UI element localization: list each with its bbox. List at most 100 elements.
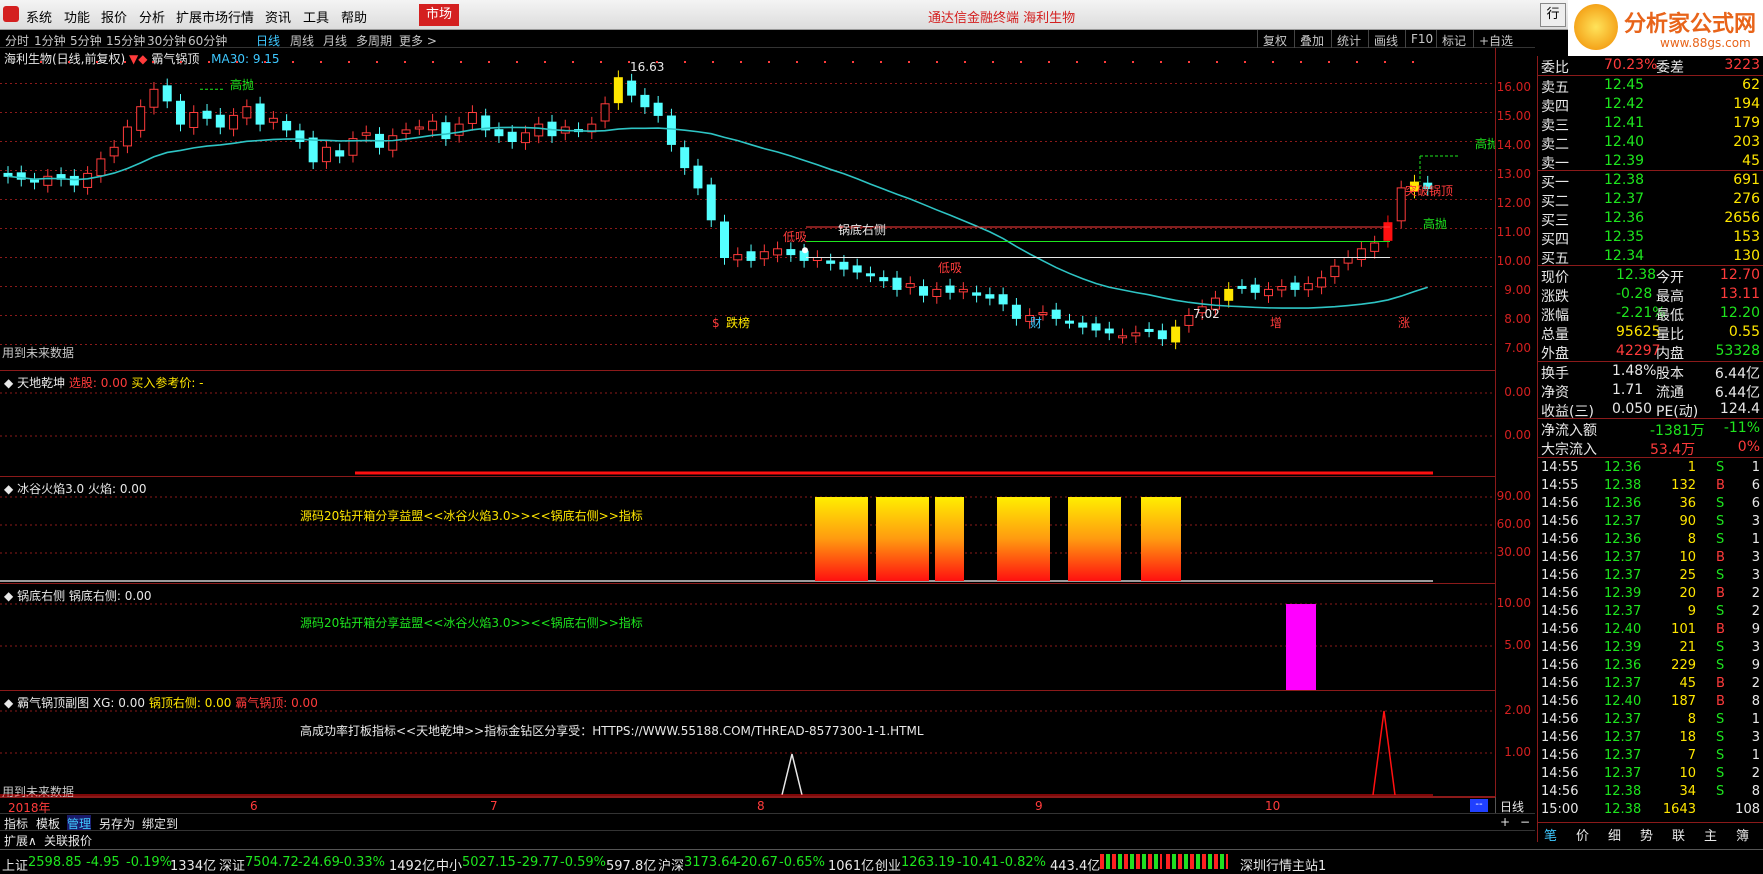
menu-ext-market[interactable]: 扩展市场行情 <box>176 7 254 26</box>
period-15min[interactable]: 15分钟 <box>106 32 145 49</box>
period-60min[interactable]: 60分钟 <box>188 32 227 49</box>
pane-tiandi-qiankun[interactable]: ◆ 天地乾坤 选股: 0.00 买入参考价: - <box>0 371 1495 477</box>
buy-level-row[interactable]: 买二 12.37 276 <box>1538 190 1763 210</box>
tab-extend[interactable]: 扩展∧ <box>4 832 37 849</box>
quote-panel-tab[interactable]: 细 <box>1608 825 1621 844</box>
top-marker-dot <box>1132 61 1134 63</box>
tick-side: S <box>1716 640 1725 655</box>
main-kline-pane[interactable]: 海利生物(日线,前复权) ▼◆ 霸气锅顶 MA30: 9.15 16.63 7.0… <box>0 48 1495 371</box>
buy-level-row[interactable]: 买五 12.34 130 <box>1538 247 1763 267</box>
tick-row[interactable]: 14:56 12.37 8 S 1 <box>1538 711 1763 729</box>
time-axis: 2018年 6 7 8 9 10 -- <box>0 797 1495 815</box>
toolbar-mark[interactable]: 标记 <box>1436 30 1471 48</box>
period-fenshi[interactable]: 分时 <box>5 32 29 49</box>
candle-body <box>149 88 159 108</box>
quote-panel-tab[interactable]: 联 <box>1672 825 1685 844</box>
buy-level-row[interactable]: 买一 12.38 691 <box>1538 171 1763 191</box>
period-more[interactable]: 更多 > <box>399 32 437 49</box>
sh-index-amount: 1334亿 <box>170 859 217 874</box>
period-monthly[interactable]: 月线 <box>323 32 347 49</box>
sell-level-row[interactable]: 卖一 12.39 45 <box>1538 152 1763 172</box>
candle-body <box>932 288 942 297</box>
add-pane-icon[interactable]: + <box>1500 815 1510 829</box>
top-marker-dot <box>1048 61 1050 63</box>
market-button[interactable]: 市场 <box>419 4 459 26</box>
menu-function[interactable]: 功能 <box>64 7 90 26</box>
buy-level-row[interactable]: 买四 12.35 153 <box>1538 228 1763 248</box>
remove-pane-icon[interactable]: − <box>1520 815 1530 829</box>
period-indicator[interactable]: 日线 <box>1495 797 1535 814</box>
fire-signal-bar <box>997 497 1050 581</box>
toolbar-draw[interactable]: 画线 <box>1368 30 1403 48</box>
tab-related-quote[interactable]: 关联报价 <box>44 832 92 849</box>
window-mode-button[interactable]: 行 <box>1540 3 1566 27</box>
sell-level-row[interactable]: 卖三 12.41 179 <box>1538 114 1763 134</box>
toolbar-add-favorite[interactable]: +自选 <box>1473 30 1518 48</box>
tick-row[interactable]: 14:55 12.38 132 B 6 <box>1538 477 1763 495</box>
top-marker-dot <box>1272 61 1274 63</box>
tick-row[interactable]: 14:56 12.40 101 B 9 <box>1538 621 1763 639</box>
sell-level-row[interactable]: 卖四 12.42 194 <box>1538 95 1763 115</box>
pane-binggu-huoyan[interactable]: ◆ 冰谷火焰3.0 火焰: 0.00 源码20钻开箱分享益盟<<冰谷火焰3.0>… <box>0 477 1495 584</box>
brand-name: 分析家公式网 <box>1624 12 1757 37</box>
quote-panel-tab[interactable]: 势 <box>1640 825 1653 844</box>
tick-row[interactable]: 14:56 12.36 36 S 6 <box>1538 495 1763 513</box>
tick-row[interactable]: 14:56 12.36 229 S 9 <box>1538 657 1763 675</box>
tick-row[interactable]: 15:00 12.38 1643 108 <box>1538 801 1763 819</box>
period-30min[interactable]: 30分钟 <box>147 32 186 49</box>
tick-row[interactable]: 14:56 12.37 90 S 3 <box>1538 513 1763 531</box>
cy-index-change: -10.41 <box>957 855 999 870</box>
buy-level-row[interactable]: 买三 12.36 2656 <box>1538 209 1763 229</box>
quote-panel-tab[interactable]: 簿 <box>1736 825 1749 844</box>
cy-index-name[interactable]: 创业 <box>875 855 901 874</box>
kline-canvas[interactable]: 16.637.02高抛高抛高抛低吸低吸锅底右侧突破锅顶$ 跌榜财增涨 <box>0 48 1495 371</box>
tick-row[interactable]: 14:56 12.39 20 B 2 <box>1538 585 1763 603</box>
tick-volume: 8 <box>1687 712 1696 727</box>
index-status-bar: 上证 2598.85 -4.95 -0.19% 1334亿 深证 7504.72… <box>0 849 1763 874</box>
capital-flow-amount: -1381万 <box>1650 423 1705 439</box>
tick-row[interactable]: 14:56 12.38 34 S 8 <box>1538 783 1763 801</box>
toolbar-overlay[interactable]: 叠加 <box>1294 30 1329 48</box>
tick-row[interactable]: 14:56 12.37 25 S 3 <box>1538 567 1763 585</box>
period-weekly[interactable]: 周线 <box>290 32 314 49</box>
sell-level-row[interactable]: 卖二 12.40 203 <box>1538 133 1763 153</box>
zx-index-name[interactable]: 中小 <box>436 855 462 874</box>
sh-index-name[interactable]: 上证 <box>2 855 28 874</box>
menu-news[interactable]: 资讯 <box>265 7 291 26</box>
period-5min[interactable]: 5分钟 <box>70 32 102 49</box>
menu-system[interactable]: 系统 <box>26 7 52 26</box>
sz-index-name[interactable]: 深证 <box>219 855 245 874</box>
tick-row[interactable]: 14:56 12.37 7 S 1 <box>1538 747 1763 765</box>
tick-row[interactable]: 14:56 12.37 45 B 2 <box>1538 675 1763 693</box>
tick-row[interactable]: 14:56 12.37 10 S 2 <box>1538 765 1763 783</box>
candle-body <box>666 115 676 145</box>
tick-count: 2 <box>1751 766 1760 781</box>
tick-row[interactable]: 14:56 12.40 187 B 8 <box>1538 693 1763 711</box>
hs-index-name[interactable]: 沪深 <box>658 855 684 874</box>
tick-row[interactable]: 14:56 12.39 21 S 3 <box>1538 639 1763 657</box>
menu-help[interactable]: 帮助 <box>341 7 367 26</box>
server-name[interactable]: 深圳行情主站1 <box>1240 855 1326 874</box>
pane-baqi-guoding[interactable]: ◆ 霸气锅顶副图 XG: 0.00 锅顶右侧: 0.00 霸气锅顶: 0.00 … <box>0 691 1495 799</box>
quote-panel-tab[interactable]: 价 <box>1576 825 1589 844</box>
tick-row[interactable]: 14:56 12.37 18 S 3 <box>1538 729 1763 747</box>
tick-row[interactable]: 14:56 12.37 9 S 2 <box>1538 603 1763 621</box>
toolbar-f10[interactable]: F10 <box>1405 30 1438 48</box>
menu-analysis[interactable]: 分析 <box>139 7 165 26</box>
pane-guodi-youce[interactable]: ◆ 锅底右侧 锅底右侧: 0.00 源码20钻开箱分享益盟<<冰谷火焰3.0>>… <box>0 584 1495 691</box>
menu-quote[interactable]: 报价 <box>101 7 127 26</box>
quote-panel-tab[interactable]: 主 <box>1704 825 1717 844</box>
period-multi[interactable]: 多周期 <box>356 32 392 49</box>
tick-row[interactable]: 14:56 12.37 10 B 3 <box>1538 549 1763 567</box>
sell-level-row[interactable]: 卖五 12.45 62 <box>1538 76 1763 96</box>
toolbar-fuquan[interactable]: 复权 <box>1257 30 1292 48</box>
tick-row[interactable]: 14:56 12.36 8 S 1 <box>1538 531 1763 549</box>
period-1min[interactable]: 1分钟 <box>34 32 66 49</box>
quote-panel-tab[interactable]: 笔 <box>1544 825 1557 844</box>
tick-row[interactable]: 14:55 12.36 1 S 1 <box>1538 459 1763 477</box>
tick-count: 1 <box>1751 460 1760 475</box>
toolbar-stats[interactable]: 统计 <box>1331 30 1366 48</box>
scroll-end-button[interactable]: -- <box>1470 799 1488 812</box>
period-daily[interactable]: 日线 <box>256 32 280 49</box>
menu-tools[interactable]: 工具 <box>303 7 329 26</box>
